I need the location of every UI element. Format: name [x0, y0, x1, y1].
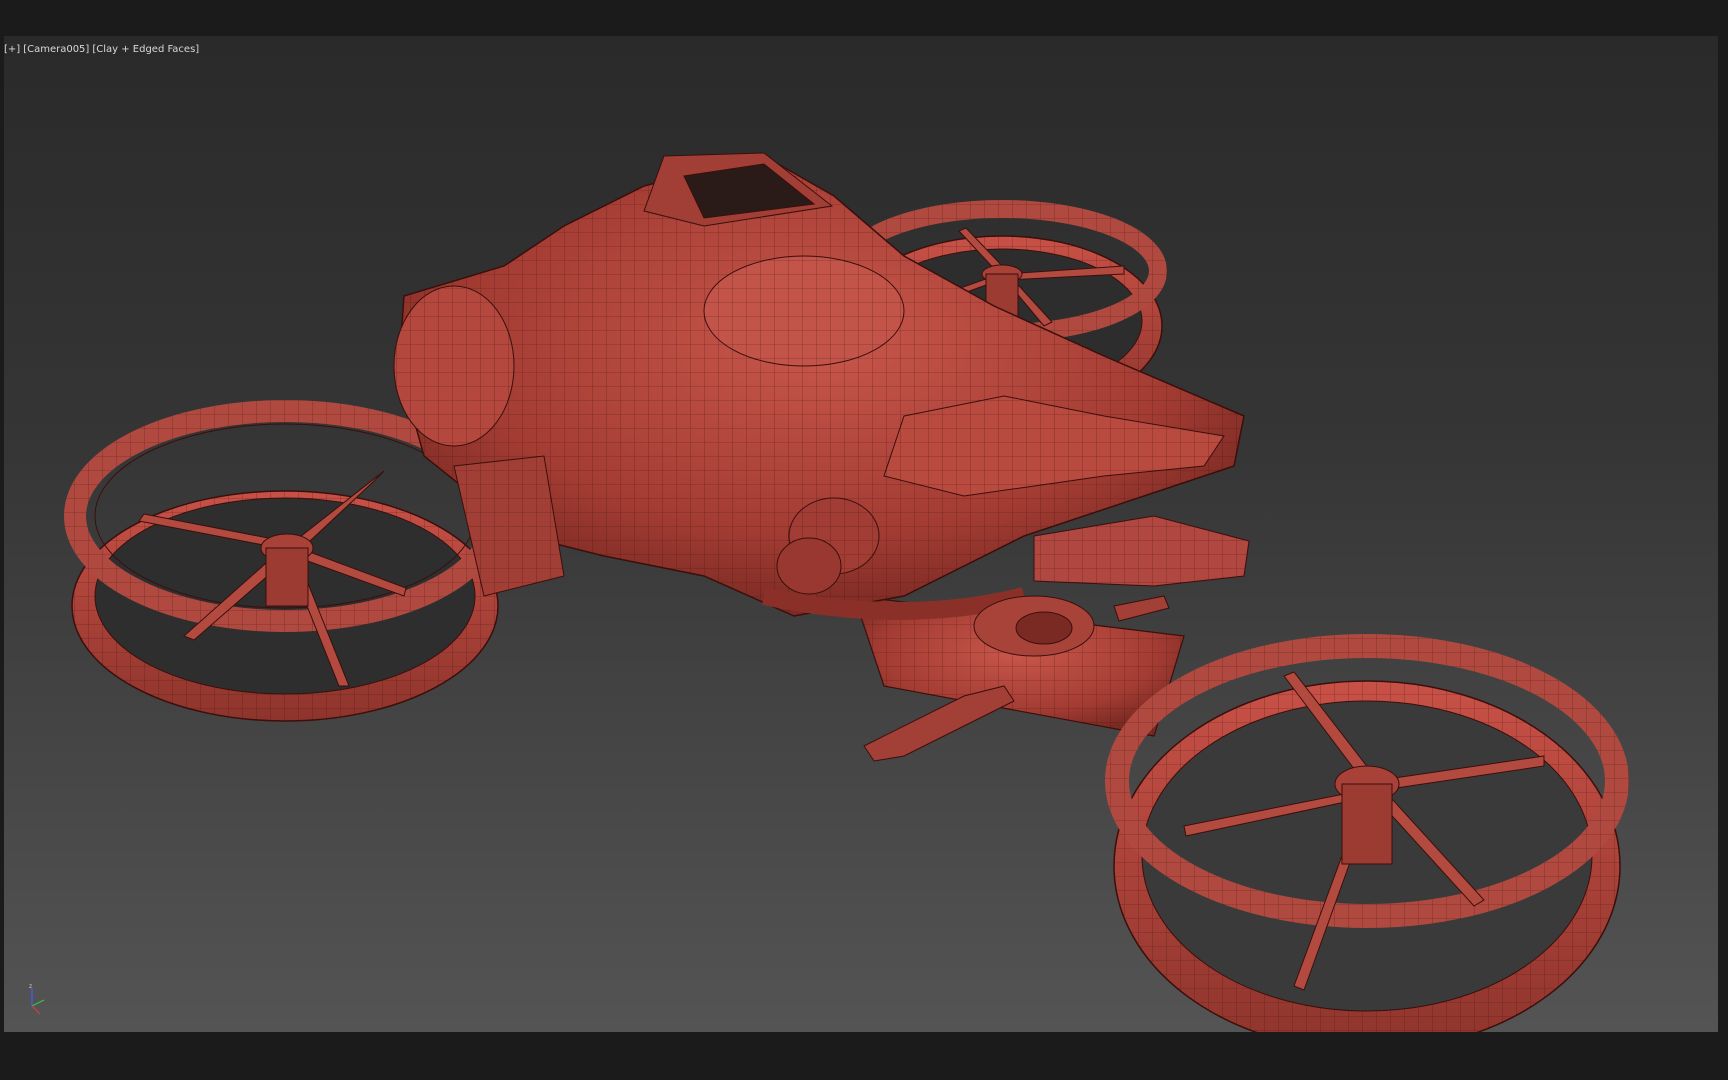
- axis-gizmo: z: [29, 983, 45, 1015]
- axis-z-label: z: [29, 983, 32, 990]
- app-window: [+] [Camera005] [Clay + Edged Faces] z: [0, 0, 1728, 1080]
- fan-rear-right[interactable]: [1105, 634, 1629, 1032]
- hoverbike-model[interactable]: [4, 36, 1718, 1032]
- camera-viewport[interactable]: [+] [Camera005] [Clay + Edged Faces] z: [4, 36, 1718, 1032]
